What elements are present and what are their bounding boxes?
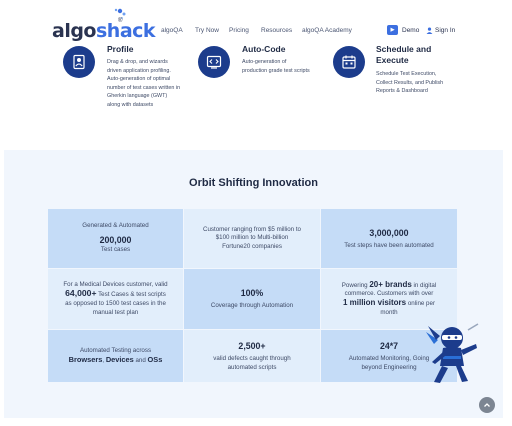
stat-caption-post: in digital (411, 281, 437, 289)
desc-line: Schedule Test Execution, (376, 71, 437, 77)
stat-caption: Powering 20+ brands in digital (341, 279, 437, 291)
stat-caption: Generated & Automated (82, 222, 149, 230)
desc-line: Drag & drop, and wizards (107, 59, 168, 65)
stat-value: 200,000 (99, 235, 132, 245)
stat-caption: automated scripts (227, 363, 277, 371)
stat-caption: manual test plan (92, 308, 139, 316)
stat-caption: Browsers, Devices and OSs (68, 354, 163, 366)
stat-value: 64,000+ (65, 288, 97, 299)
site-header: algo shack ® algoQA Try Now Pricing Reso… (0, 0, 512, 42)
stat-cell-coverage: 100% Coverage through Automation (184, 269, 320, 329)
nav-resources[interactable]: Resources (261, 27, 292, 34)
title-line: Execute (376, 55, 409, 65)
stat-cell-brands: Powering 20+ brands in digital commerce.… (321, 269, 457, 329)
desc-line: production grade test scripts (242, 67, 310, 74)
stat-value: Devices (105, 354, 134, 364)
stat-caption: 64,000+ Test Cases & test scripts (65, 289, 166, 300)
stat-value: 1 million visitors (342, 298, 407, 307)
stat-caption: Fortune20 companies (222, 242, 282, 250)
algoshack-logo[interactable]: algo shack ® (52, 8, 156, 42)
stat-value: 100% (240, 288, 264, 299)
profile-icon (63, 46, 95, 78)
desc-line: Auto-generation of optimal (107, 76, 171, 83)
section-title: Orbit Shifting Innovation (189, 177, 318, 189)
stat-caption: Automated Monitoring, Going (348, 354, 430, 362)
stat-value: 2,500+ (238, 340, 266, 351)
stat-value: 3,000,000 (369, 227, 409, 238)
stat-cell-cross-platform: Automated Testing across Browsers, Devic… (48, 330, 183, 382)
nav-algoqa[interactable]: algoQA (161, 27, 183, 34)
logo-text-shack: shack (96, 20, 156, 42)
feature-title: Schedule and Execute (376, 44, 431, 66)
desc-line: Reports & Dashboard (376, 88, 428, 95)
stat-caption-pre: Powering (341, 281, 370, 289)
stat-caption: valid defects caught through (213, 354, 291, 362)
logo-dots-icon (114, 8, 126, 19)
demo-icon[interactable]: ▶ (387, 25, 398, 35)
feature-title: Profile (107, 44, 134, 54)
stat-cell-defects: 2,500+ valid defects caught through auto… (184, 330, 320, 382)
user-icon (426, 27, 433, 34)
desc-line: Auto-generation of (242, 59, 287, 65)
desc-line: Collect Results, and Publish (376, 79, 444, 86)
code-icon (198, 46, 230, 78)
stat-caption-post: online per (406, 300, 436, 307)
desc-line: driven application profiling. (107, 67, 171, 74)
title-line: Schedule and (376, 44, 432, 54)
stat-value: 20+ brands (369, 279, 412, 289)
stat-caption-rest: Test Cases & test scripts (96, 291, 166, 299)
logo-registered-mark: ® (118, 18, 123, 24)
stat-caption: Customer ranging from $5 million to (202, 225, 301, 233)
sign-in-link[interactable]: Sign In (435, 27, 455, 34)
stat-caption: $100 million to Multi-billion (215, 234, 289, 242)
ninja-mascot-icon (426, 323, 479, 383)
stats-grid: Generated & Automated 200,000 Test cases… (48, 209, 457, 382)
chevron-up-icon (484, 403, 490, 407)
nav-try-now[interactable]: Try Now (195, 27, 219, 34)
stat-caption: 1 million visitors online per (342, 298, 436, 309)
stat-caption: beyond Engineering (361, 363, 417, 371)
separator: and (133, 356, 148, 364)
feature-description: Schedule Test Execution, Collect Results… (376, 70, 456, 96)
calendar-icon (333, 46, 365, 78)
stat-cell-customers: Customer ranging from $5 million to $100… (184, 209, 320, 268)
scroll-to-top-button[interactable] (479, 397, 495, 413)
desc-line: number of test cases written in (107, 84, 181, 91)
stat-caption: Test cases (100, 246, 131, 253)
stat-cell-test-steps: 3,000,000 Test steps have been automated (321, 209, 457, 268)
stat-caption: as opposed to 1500 test cases in the (65, 300, 166, 307)
desc-line: Gherkin language (GWT) (107, 93, 168, 100)
logo-text-algo: algo (52, 20, 97, 42)
nav-algoqa-academy[interactable]: algoQA Academy (302, 27, 352, 34)
demo-link[interactable]: Demo (402, 27, 419, 34)
stat-caption: Coverage through Automation (210, 302, 294, 310)
stat-cell-medical-devices: For a Medical Devices customer, valid 64… (48, 269, 183, 329)
feature-description: Auto-generation of production grade test… (242, 58, 322, 75)
stat-value: OSs (147, 354, 163, 364)
stat-value: 24*7 (379, 340, 399, 351)
stat-caption: Test steps have been automated (344, 241, 434, 249)
stat-value: Browsers (68, 354, 103, 364)
desc-line: along with datasets (107, 101, 154, 108)
stat-cell-test-cases: Generated & Automated 200,000 Test cases (48, 209, 183, 268)
nav-pricing[interactable]: Pricing (229, 27, 249, 34)
feature-description: Drag & drop, and wizards driven applicat… (107, 58, 187, 110)
feature-title: Auto-Code (242, 44, 286, 54)
stat-caption: month (380, 308, 398, 316)
